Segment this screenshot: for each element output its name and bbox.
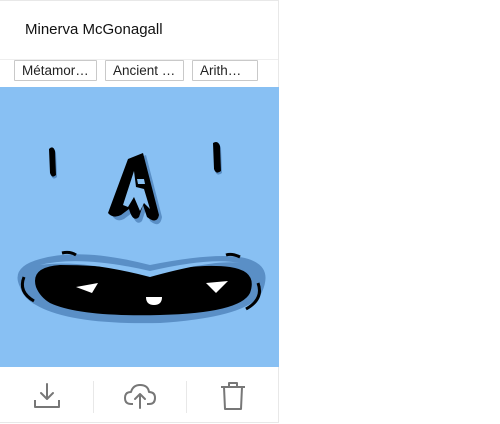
tag-metamorphose[interactable]: Métamorphose [14, 60, 97, 81]
upload-button[interactable] [93, 367, 186, 424]
tag-ancient-runes[interactable]: Ancient Runes [105, 60, 184, 81]
download-icon [33, 382, 60, 408]
card-header: Minerva McGonagall [0, 1, 278, 60]
download-button[interactable] [0, 367, 93, 424]
card-image [0, 87, 279, 367]
cloud-upload-icon [123, 383, 156, 409]
monster-face-image [17, 142, 266, 324]
card-title: Minerva McGonagall [25, 21, 163, 38]
delete-button[interactable] [186, 367, 279, 424]
profile-card: Minerva McGonagall Métamorphose Ancient … [0, 0, 279, 423]
trash-icon [220, 381, 245, 410]
tag-list: Métamorphose Ancient Runes Arithmancy [0, 60, 278, 87]
card-actions [0, 367, 279, 424]
tag-arithmancy[interactable]: Arithmancy [192, 60, 258, 81]
